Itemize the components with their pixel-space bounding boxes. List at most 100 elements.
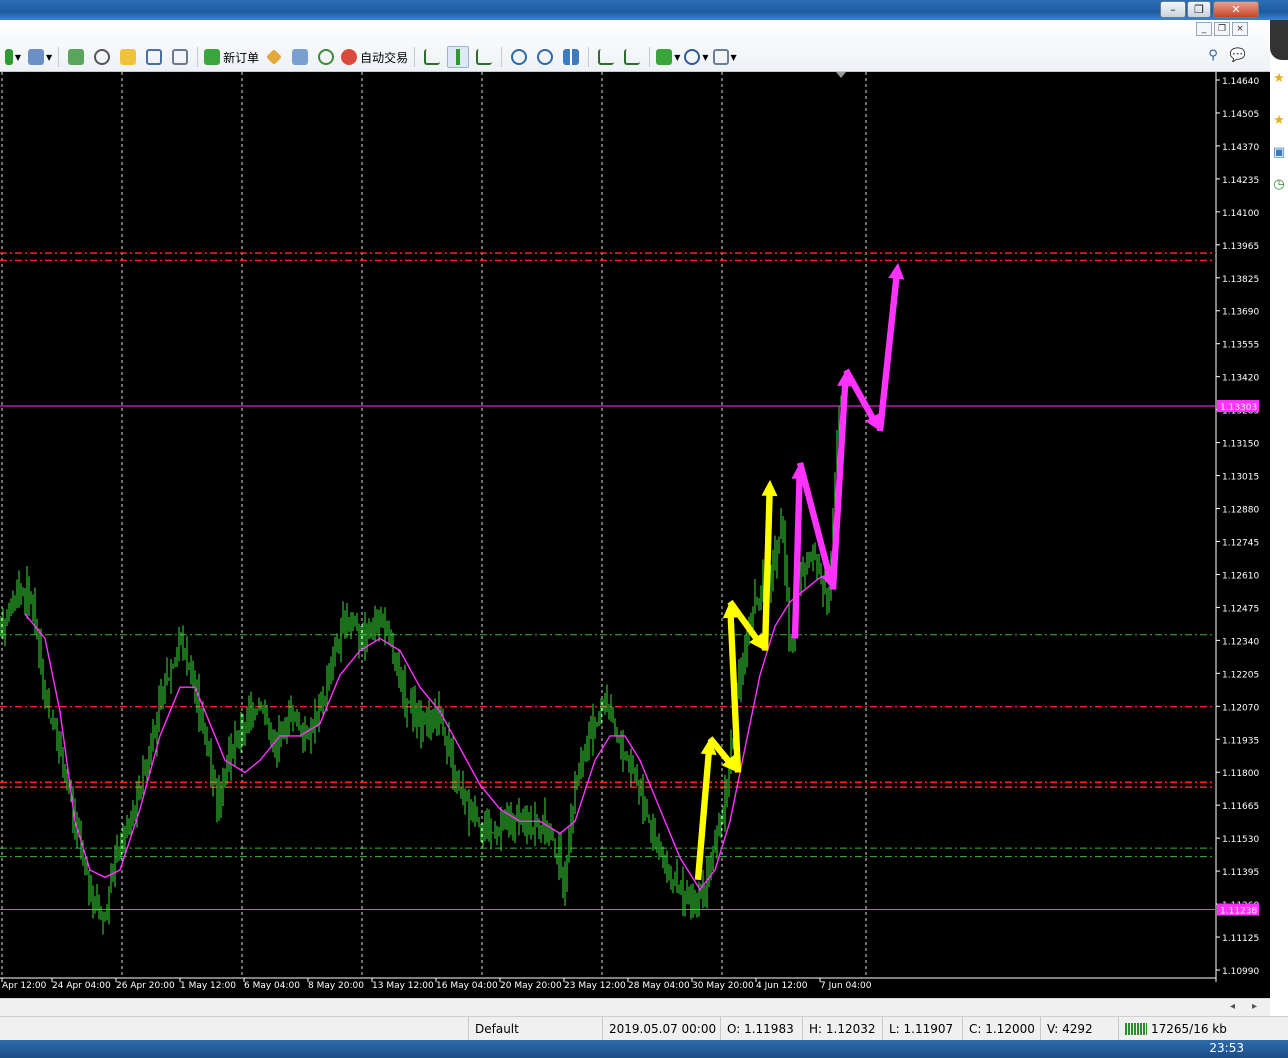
star-icon[interactable]: ★ <box>1272 114 1286 128</box>
chart-minimize-button[interactable]: _ <box>1196 22 1212 36</box>
crosshair-icon <box>94 49 111 65</box>
y-tick-label-4: 1.14100 <box>1222 209 1259 219</box>
x-tick-label-11: 30 May 20:00 <box>692 981 754 991</box>
zoom-in-button[interactable] <box>508 46 530 68</box>
tablet-icon[interactable]: ▣ <box>1272 146 1286 160</box>
plus-icon <box>4 49 13 65</box>
status-traffic: 17265/16 kb <box>1118 1017 1270 1041</box>
status-close: C: 1.12000 <box>962 1017 1040 1041</box>
market-button[interactable] <box>263 46 285 68</box>
indicators-button[interactable]: ▼ <box>656 46 680 68</box>
x-tick-label-5: 8 May 20:00 <box>308 981 364 991</box>
x-tick-label-8: 20 May 20:00 <box>500 981 562 991</box>
window-minimize-button[interactable]: – <box>1160 1 1186 18</box>
avatar[interactable] <box>1270 20 1288 60</box>
y-tick-label-16: 1.12475 <box>1222 604 1259 614</box>
price-label-0: 1.13303 <box>1220 403 1257 413</box>
chart-shift-icon <box>624 49 641 65</box>
scroll-left-icon[interactable]: ◂ <box>1230 1001 1235 1012</box>
chart-shift-marker-icon <box>836 72 846 78</box>
chat-icon[interactable]: 💬 <box>1230 48 1246 63</box>
scroll-right-icon[interactable]: ▸ <box>1252 1001 1257 1012</box>
close-icon: ✕ <box>1231 3 1241 16</box>
y-tick-label-24: 1.11395 <box>1222 868 1259 878</box>
bar-chart-button[interactable] <box>421 46 443 68</box>
new-chart-button[interactable]: ▼ <box>28 46 52 68</box>
favorites-button[interactable] <box>117 46 139 68</box>
trend-arrow-8 <box>843 368 880 432</box>
auto-trading-button[interactable]: 自动交易 <box>341 46 408 68</box>
main-toolbar: _ ❐ × ▼ ▼ 新订单 自动交易 ▼ ▼ ▼ ⚲ 💬 <box>0 20 1270 72</box>
status-open: O: 1.11983 <box>720 1017 802 1041</box>
y-tick-label-20: 1.11935 <box>1222 736 1259 746</box>
y-tick-label-0: 1.14640 <box>1222 77 1259 87</box>
market-watch-icon <box>68 49 85 65</box>
price-label-1: 1.11238 <box>1220 907 1257 917</box>
line-chart-button[interactable] <box>473 46 495 68</box>
periods-button[interactable]: ▼ <box>684 46 709 68</box>
bar-chart-icon <box>424 49 441 65</box>
y-tick-label-18: 1.12205 <box>1222 670 1259 680</box>
price-chart[interactable]: 1.14640 1.14505 1.14370 1.14235 1.14100 1.139… <box>0 72 1270 998</box>
y-tick-label-1: 1.14505 <box>1222 110 1259 120</box>
status-low: L: 1.11907 <box>882 1017 962 1041</box>
favorites-icon <box>120 49 137 65</box>
x-tick-label-12: 4 Jun 12:00 <box>756 981 808 991</box>
market-watch-button[interactable] <box>65 46 87 68</box>
y-tick-label-11: 1.13150 <box>1222 440 1259 450</box>
window-close-button[interactable]: ✕ <box>1213 1 1259 18</box>
chart-area[interactable]: 1.14640 1.14505 1.14370 1.14235 1.14100 1.139… <box>0 72 1270 998</box>
y-tick-label-9: 1.13420 <box>1222 374 1259 384</box>
y-tick-label-15: 1.12610 <box>1222 571 1259 581</box>
crosshair-button[interactable] <box>91 46 113 68</box>
y-tick-label-7: 1.13690 <box>1222 308 1259 318</box>
y-tick-label-2: 1.14370 <box>1222 143 1259 153</box>
new-order-button[interactable]: 新订单 <box>204 46 259 68</box>
auto-trading-icon <box>341 49 358 65</box>
search-icon[interactable]: ⚲ <box>1208 48 1218 63</box>
window-restore-button[interactable]: ❐ <box>1187 1 1211 18</box>
x-tick-label-0: Apr 12:00 <box>2 981 47 991</box>
taskbar: 23:53 <box>0 1040 1288 1058</box>
y-tick-label-19: 1.12070 <box>1222 703 1259 713</box>
chart-close-button[interactable]: × <box>1232 22 1248 36</box>
clock-icon[interactable]: ◷ <box>1272 178 1286 192</box>
chart-shift-button[interactable] <box>621 46 643 68</box>
y-tick-label-6: 1.13825 <box>1222 275 1259 285</box>
add-button[interactable]: ▼ <box>2 46 24 68</box>
autoscroll-button[interactable] <box>595 46 617 68</box>
side-panel: ★ ★ ▣ ◷ <box>1270 20 1288 1038</box>
zoom-out-icon <box>537 49 554 65</box>
minimize-icon: – <box>1170 3 1176 16</box>
y-tick-label-27: 1.10990 <box>1222 967 1259 977</box>
metatrader-window: – ❐ ✕ _ ❐ × ▼ ▼ 新订单 自动交易 ▼ ▼ ▼ ⚲ 💬 ★ ★ ▣… <box>0 0 1288 1058</box>
x-tick-label-4: 6 May 04:00 <box>244 981 300 991</box>
connection-bars-icon <box>1125 1023 1147 1035</box>
x-tick-label-6: 13 May 12:00 <box>372 981 434 991</box>
zoom-out-button[interactable] <box>534 46 556 68</box>
y-tick-label-12: 1.13015 <box>1222 473 1259 483</box>
status-profile: Default <box>468 1017 602 1041</box>
chart-window-controls: _ ❐ × <box>1196 22 1248 36</box>
favorites-icon[interactable]: ★ <box>1272 72 1286 86</box>
navigator-button[interactable] <box>143 46 165 68</box>
horizontal-scrollbar[interactable]: ◂ ▸ <box>0 998 1270 1016</box>
zoom-window-button[interactable] <box>169 46 191 68</box>
candle-chart-icon <box>450 49 467 65</box>
autoscroll-icon <box>598 49 615 65</box>
templates-button[interactable]: ▼ <box>712 46 737 68</box>
y-tick-label-13: 1.12880 <box>1222 506 1259 516</box>
taskbar-clock: 23:53 <box>1209 1041 1244 1055</box>
y-tick-label-21: 1.11800 <box>1222 769 1259 779</box>
terminal-button[interactable] <box>289 46 311 68</box>
signals-icon <box>318 49 335 65</box>
chart-restore-button[interactable]: ❐ <box>1214 22 1230 36</box>
status-bar: Default 2019.05.07 00:00 O: 1.11983 H: 1… <box>0 1016 1288 1041</box>
x-tick-label-9: 23 May 12:00 <box>564 981 626 991</box>
restore-icon: ❐ <box>1194 3 1204 16</box>
tile-windows-button[interactable] <box>560 46 582 68</box>
x-tick-label-7: 16 May 04:00 <box>436 981 498 991</box>
candle-chart-button[interactable] <box>447 46 470 68</box>
indicators-icon <box>656 49 673 65</box>
signals-button[interactable] <box>315 46 337 68</box>
